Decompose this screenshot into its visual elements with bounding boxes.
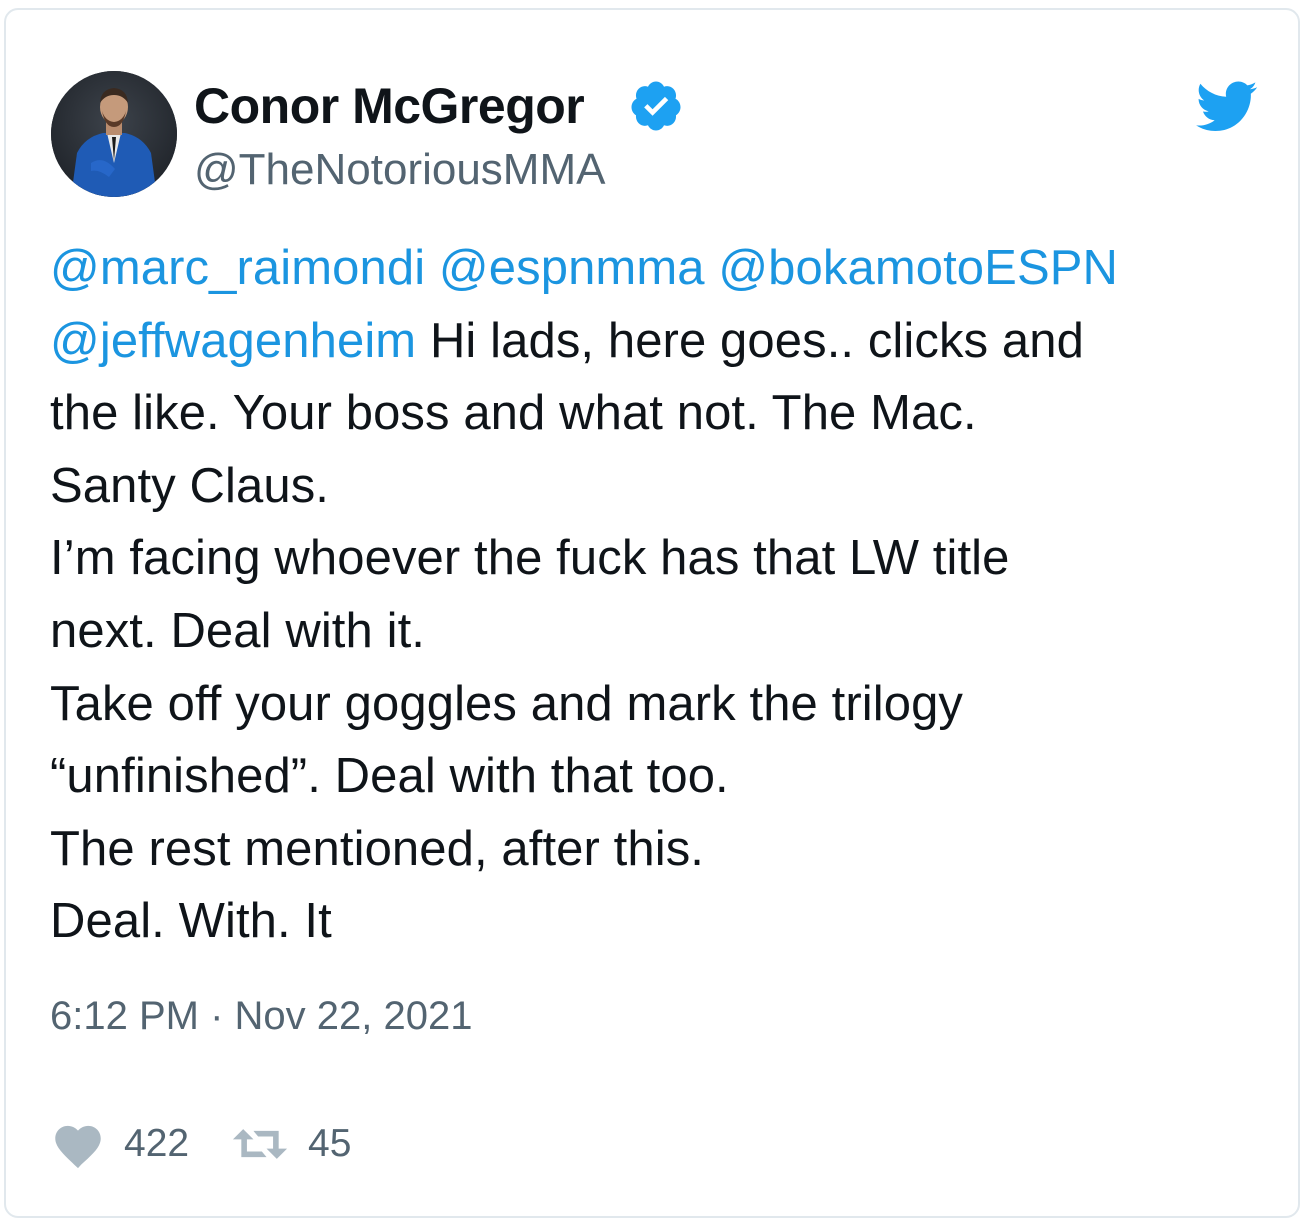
tweet-line: I’m facing whoever the fuck has that LW … — [50, 522, 1280, 595]
user-handle[interactable]: @TheNotoriousMMA — [194, 142, 605, 198]
retweet-button[interactable]: 45 — [232, 1116, 351, 1172]
mention-link[interactable]: @bokamotoESPN — [718, 241, 1118, 295]
verified-badge-icon — [631, 81, 681, 131]
avatar[interactable] — [51, 71, 177, 197]
tweet-text-segment: I’m facing whoever the fuck has that LW … — [50, 531, 1010, 586]
tweet-text-segment — [705, 241, 719, 295]
like-count: 422 — [124, 1122, 190, 1165]
tweet-line: @jeffwagenheim Hi lads, here goes.. clic… — [50, 305, 1280, 378]
tweet-text-segment — [425, 241, 439, 295]
tweet-line: the like. Your boss and what not. The Ma… — [50, 377, 1280, 450]
tweet-line: next. Deal with it. — [50, 595, 1280, 668]
tweet-text: @marc_raimondi @espnmma @bokamotoESPN @je… — [50, 232, 1280, 958]
tweet-line: The rest mentioned, after this. — [50, 813, 1280, 886]
tweet-text-segment: “unfinished”. Deal with that too. — [50, 749, 729, 804]
tweet-text-segment: Take off your goggles and mark the trilo… — [50, 676, 964, 731]
twitter-bird-icon[interactable] — [1196, 80, 1258, 134]
tweet-text-segment: Santy Claus. — [50, 458, 330, 513]
tweet-text-segment: The rest mentioned, after this. — [50, 821, 705, 876]
tweet-text-segment: next. Deal with it. — [50, 603, 425, 658]
profile-photo — [51, 71, 177, 197]
tweet-line: @marc_raimondi @espnmma @bokamotoESPN — [50, 232, 1280, 305]
retweet-icon — [232, 1129, 288, 1159]
mention-link[interactable]: @jeffwagenheim — [50, 314, 416, 368]
tweet-line: Take off your goggles and mark the trilo… — [50, 668, 1280, 741]
timestamp[interactable]: 6:12 PM · Nov 22, 2021 — [50, 990, 472, 1042]
like-button[interactable]: 422 — [50, 1116, 189, 1172]
display-name[interactable]: Conor McGregor — [194, 76, 585, 136]
mention-link[interactable]: @marc_raimondi — [50, 241, 425, 295]
tweet-text-segment: Deal. With. It — [50, 894, 332, 949]
tweet-line: Deal. With. It — [50, 885, 1280, 958]
tweet-line: “unfinished”. Deal with that too. — [50, 740, 1280, 813]
retweet-count: 45 — [308, 1122, 352, 1165]
mention-link[interactable]: @espnmma — [439, 241, 705, 295]
heart-icon — [55, 1125, 101, 1169]
tweet-card: Conor McGregor @TheNotoriousMMA @marc_ra… — [4, 8, 1300, 1218]
tweet-text-segment: the like. Your boss and what not. The Ma… — [50, 386, 977, 441]
tweet-text-segment: Hi lads, here goes.. clicks and — [416, 313, 1084, 368]
tweet-line: Santy Claus. — [50, 450, 1280, 523]
